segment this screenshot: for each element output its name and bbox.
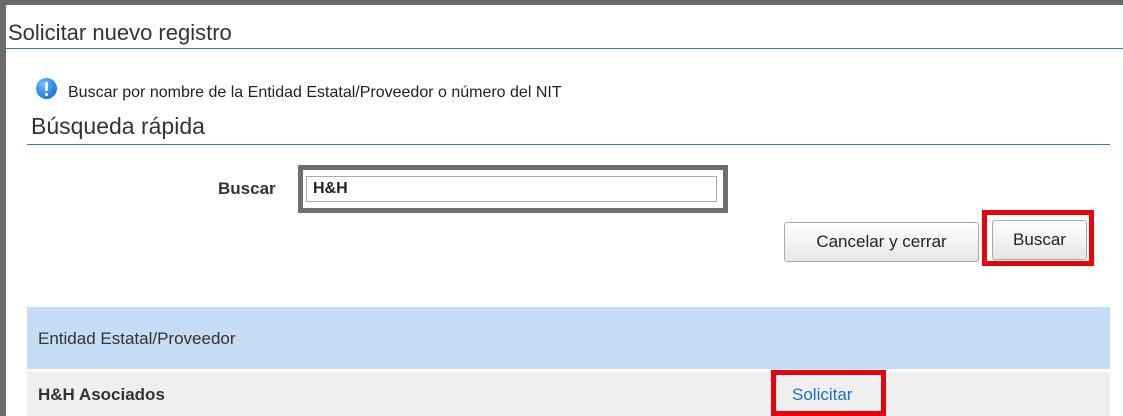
- section-divider: [27, 144, 1110, 145]
- info-icon: [36, 77, 57, 99]
- info-text: Buscar por nombre de la Entidad Estatal/…: [68, 84, 562, 101]
- column-header-entity: Entidad Estatal/Proveedor: [38, 329, 236, 348]
- window-frame-left: [0, 0, 6, 416]
- request-link-highlight: [771, 370, 886, 416]
- results-table-header: Entidad Estatal/Proveedor: [27, 307, 1110, 369]
- search-input[interactable]: [306, 176, 717, 202]
- search-label: Buscar: [218, 179, 276, 198]
- row-entity-name: H&H Asociados: [38, 385, 165, 404]
- search-button-highlight: [982, 210, 1094, 266]
- page-title: Solicitar nuevo registro: [8, 20, 232, 45]
- section-title-quick-search: Búsqueda rápida: [31, 113, 205, 139]
- table-row: H&H Asociados Solicitar: [27, 372, 1110, 416]
- cancel-close-button[interactable]: Cancelar y cerrar: [784, 222, 979, 262]
- info-message: Buscar por nombre de la Entidad Estatal/…: [36, 77, 562, 101]
- window-frame-top: [0, 0, 1123, 5]
- title-divider: [6, 48, 1123, 49]
